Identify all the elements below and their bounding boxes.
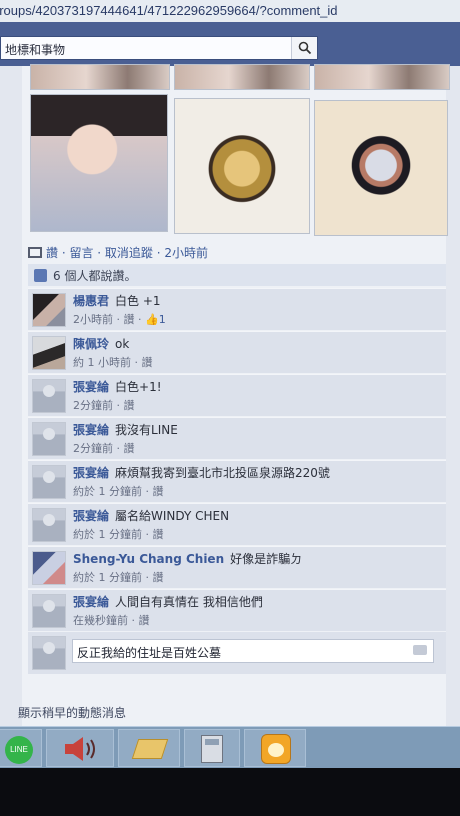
thumbs-up-icon — [34, 269, 47, 282]
avatar[interactable] — [32, 379, 66, 413]
line-icon: LINE — [5, 736, 33, 764]
comment-item: 張宴綸 我沒有LINE 2分鐘前 · 讚 — [28, 417, 446, 459]
avatar[interactable] — [32, 508, 66, 542]
commenter-name[interactable]: 張宴綸 — [73, 423, 109, 437]
comment-item: Sheng-Yu Chang Chien 好像是詐騙ㄉ 約於 1 分鐘前 · 讚 — [28, 546, 446, 588]
comment-meta[interactable]: 約於 1 分鐘前 · 讚 — [73, 485, 163, 498]
post-actions: 讚 · 留言 · 取消追蹤 · 2小時前 — [28, 244, 208, 261]
comment-text: 好像是詐騙ㄉ — [230, 552, 303, 566]
photo-girl-selfie[interactable] — [30, 94, 168, 232]
avatar[interactable] — [32, 551, 66, 585]
post-card: 讚 · 留言 · 取消追蹤 · 2小時前 6 個人都說讚。 楊惠君 白色 +1 2… — [18, 64, 450, 726]
folder-icon — [131, 739, 169, 759]
comment-item: 楊惠君 白色 +1 2小時前 · 讚 · 👍1 — [28, 288, 446, 330]
comment-text: ok — [115, 337, 130, 351]
taskbar: LINE — [0, 726, 460, 768]
comment-meta[interactable]: 2小時前 · 讚 · — [73, 313, 145, 326]
address-bar[interactable]: groups/420373197444641/471222962959664/?… — [0, 0, 460, 22]
comment-meta[interactable]: 約於 1 分鐘前 · 讚 — [73, 528, 163, 541]
search-box[interactable]: 地標和事物 — [0, 36, 318, 60]
avatar[interactable] — [32, 594, 66, 628]
comment-meta[interactable]: 在幾秒鐘前 · 讚 — [73, 614, 150, 627]
commenter-name[interactable]: Sheng-Yu Chang Chien — [73, 552, 224, 566]
commenter-name[interactable]: 陳佩玲 — [73, 337, 109, 351]
comment-item: 張宴綸 屬名給WINDY CHEN 約於 1 分鐘前 · 讚 — [28, 503, 446, 545]
photo-thumbnail[interactable] — [314, 64, 450, 90]
comment-text: 我沒有LINE — [115, 423, 178, 437]
news-feed: 讚 · 留言 · 取消追蹤 · 2小時前 6 個人都說讚。 楊惠君 白色 +1 2… — [0, 64, 460, 726]
avatar[interactable] — [32, 422, 66, 456]
older-stories-link[interactable]: 顯示稍早的動態消息 — [18, 704, 126, 721]
search-button[interactable] — [291, 37, 317, 59]
taskbar-calculator[interactable] — [184, 729, 240, 767]
reply-row: 反正我給的住址是百姓公墓 — [28, 632, 446, 674]
line-label: LINE — [10, 745, 28, 754]
comment-meta[interactable]: 2分鐘前 · 讚 — [73, 442, 135, 455]
comment-input[interactable]: 反正我給的住址是百姓公墓 — [72, 639, 434, 663]
comment-item: 張宴綸 麻煩幫我寄到臺北市北投區泉源路220號 約於 1 分鐘前 · 讚 — [28, 460, 446, 502]
likes-summary[interactable]: 6 個人都說讚。 — [28, 264, 446, 286]
comment-text: 人間自有真情在 我相信他們 — [115, 595, 263, 609]
taskbar-line[interactable]: LINE — [0, 729, 42, 767]
photo-album-icon — [28, 247, 42, 258]
photo-rose-watch[interactable] — [314, 100, 448, 236]
comment-like-icon: 👍 — [144, 313, 159, 326]
commenter-name[interactable]: 張宴綸 — [73, 509, 109, 523]
commenter-name[interactable]: 楊惠君 — [73, 294, 109, 308]
calculator-icon — [201, 735, 223, 763]
comment-meta[interactable]: 2分鐘前 · 讚 — [73, 399, 135, 412]
search-input[interactable]: 地標和事物 — [5, 41, 65, 58]
camera-icon[interactable] — [413, 645, 427, 655]
comment-text: 麻煩幫我寄到臺北市北投區泉源路220號 — [115, 466, 330, 480]
comment-item: 張宴綸 人間自有真情在 我相信他們 在幾秒鐘前 · 讚 — [28, 589, 446, 631]
address-bar-url: groups/420373197444641/471222962959664/?… — [0, 3, 338, 18]
avatar[interactable] — [32, 465, 66, 499]
pps-icon — [261, 734, 291, 764]
avatar[interactable] — [32, 293, 66, 327]
photo-thumbnail[interactable] — [174, 64, 310, 90]
taskbar-speaker[interactable] — [46, 729, 114, 767]
monitor-bezel — [0, 768, 460, 816]
comment-meta[interactable]: 約 1 小時前 · 讚 — [73, 356, 152, 369]
comment-text: 屬名給WINDY CHEN — [115, 509, 230, 523]
facebook-top-bar: 地標和事物 — [0, 22, 460, 66]
search-icon — [298, 41, 312, 55]
post-actions-text[interactable]: 讚 · 留言 · 取消追蹤 · 2小時前 — [46, 246, 208, 260]
comment-text: 白色 +1 — [115, 294, 161, 308]
comment-item: 張宴綸 白色+1! 2分鐘前 · 讚 — [28, 374, 446, 416]
commenter-name[interactable]: 張宴綸 — [73, 595, 109, 609]
current-user-avatar — [32, 636, 66, 670]
comment-like-count[interactable]: 1 — [159, 313, 166, 326]
speaker-icon — [65, 737, 95, 761]
comment-item: 陳佩玲 ok 約 1 小時前 · 讚 — [28, 331, 446, 373]
likes-text: 6 個人都說讚。 — [53, 269, 137, 283]
taskbar-pps[interactable] — [244, 729, 306, 767]
photo-gold-watch[interactable] — [174, 98, 310, 234]
taskbar-folder[interactable] — [118, 729, 180, 767]
comment-text: 白色+1! — [115, 380, 162, 394]
comment-meta[interactable]: 約於 1 分鐘前 · 讚 — [73, 571, 163, 584]
photo-thumbnail[interactable] — [30, 64, 170, 90]
comment-input-value: 反正我給的住址是百姓公墓 — [77, 646, 222, 660]
commenter-name[interactable]: 張宴綸 — [73, 466, 109, 480]
avatar[interactable] — [32, 336, 66, 370]
commenter-name[interactable]: 張宴綸 — [73, 380, 109, 394]
